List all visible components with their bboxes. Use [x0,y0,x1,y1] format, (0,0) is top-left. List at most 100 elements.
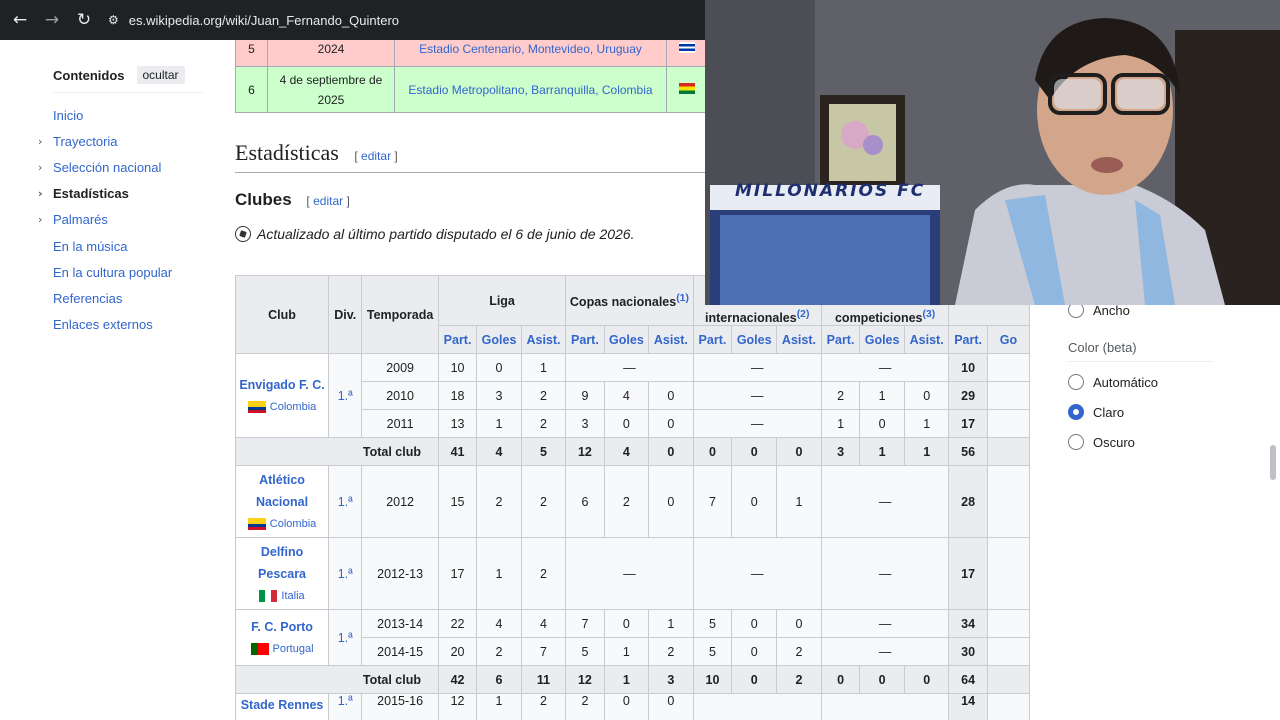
stat-total: 0 [903,665,950,694]
toc-item-label[interactable]: En la cultura popular [53,265,172,280]
option-label[interactable]: Oscuro [1093,435,1135,450]
stat-total: 56 [948,437,988,466]
toc-item-label[interactable]: Trayectoria [53,134,118,149]
sort-goles[interactable]: Goles [476,325,522,354]
sort-goles[interactable]: Go [986,325,1030,354]
toc-item-seleccion[interactable]: › Selección nacional [38,154,172,180]
stat-total: 11 [520,665,567,694]
color-option-dark[interactable]: Oscuro [1068,434,1135,450]
color-option-auto[interactable]: Automático [1068,374,1158,390]
color-section-title: Color (beta) [1068,340,1213,362]
division-link[interactable]: 1.ª [328,465,363,538]
toc-item-palmares[interactable]: › Palmarés [38,207,172,233]
toc-list: Inicio › Trayectoria › Selección nacional … [38,102,172,338]
toc-item-trayectoria[interactable]: › Trayectoria [38,128,172,154]
toc-item-label[interactable]: Estadísticas [53,186,129,201]
sort-part[interactable]: Part. [692,325,733,354]
radio-icon[interactable] [1068,374,1084,390]
back-arrow-icon[interactable]: ← [4,0,36,40]
sort-part[interactable]: Part. [948,325,988,354]
header-copas: Copas nacionales(1) [565,275,694,326]
toc-item-referencias[interactable]: Referencias [38,285,172,311]
sort-asist[interactable]: Asist. [648,325,694,354]
sort-goles[interactable]: Goles [603,325,650,354]
chevron-right-icon[interactable]: › [38,213,53,226]
club-link[interactable]: Stade Rennes [236,694,328,716]
toc-item-label[interactable]: Enlaces externos [53,317,153,332]
stat-cell: 0 [776,609,822,638]
section-edit-link[interactable]: [ editar ] [354,149,397,163]
url-text[interactable]: es.wikipedia.org/wiki/Juan_Fernando_Quin… [129,13,399,28]
ref-link[interactable]: (2) [797,309,810,320]
country-link[interactable]: Italia [281,585,304,607]
chevron-right-icon[interactable]: › [38,135,53,148]
subsection-title: Clubes [235,190,292,209]
lens-right [1117,79,1164,109]
sort-asist[interactable]: Asist. [520,325,567,354]
toc-hide-button[interactable]: ocultar [136,66,185,84]
division-link[interactable]: 1.ª [328,609,363,666]
stat-cell: 0 [731,637,778,666]
match-venue-link[interactable]: Estadio Centenario, Montevideo, Uruguay [394,40,667,67]
scrollbar-thumb[interactable] [1270,445,1276,480]
toc-item-inicio[interactable]: Inicio [38,102,172,128]
toc-item-label[interactable]: Referencias [53,291,122,306]
chevron-right-icon[interactable]: › [38,161,53,174]
stat-total: 17 [948,409,988,438]
sort-asist[interactable]: Asist. [903,325,950,354]
table-row: 6 4 de septiembre de 2025 Estadio Metrop… [235,66,707,113]
sort-goles[interactable]: Goles [731,325,778,354]
stat-cell: 2 [520,693,567,720]
division-link[interactable]: 1.ª [328,693,363,720]
sort-asist[interactable]: Asist. [776,325,822,354]
stat-cell [692,693,822,720]
site-settings-icon[interactable]: ⚙ [108,13,119,27]
forward-arrow-icon[interactable]: → [36,0,68,40]
stat-cell: 4 [520,609,567,638]
division-link[interactable]: 1.ª [328,353,363,438]
chevron-right-icon[interactable]: › [38,187,53,200]
color-option-light[interactable]: Claro [1068,404,1124,420]
stat-cell: 15 [437,465,478,538]
toc-item-label[interactable]: En la música [53,239,127,254]
sort-part[interactable]: Part. [820,325,861,354]
subsection-edit-link[interactable]: [ editar ] [306,194,349,208]
country-link[interactable]: Colombia [270,396,316,418]
sort-part[interactable]: Part. [437,325,478,354]
stat-dash: — [692,353,822,382]
match-venue-link[interactable]: Estadio Metropolitano, Barranquilla, Col… [394,66,667,113]
stat-cell [986,537,1030,610]
lens-left [1054,79,1101,109]
stat-cell [986,465,1030,538]
edit-link[interactable]: editar [361,149,391,163]
country-link[interactable]: Portugal [273,638,314,660]
ref-link[interactable]: (3) [923,309,936,320]
club-link[interactable]: Atlético Nacional [236,469,328,513]
sort-part[interactable]: Part. [565,325,605,354]
option-label[interactable]: Claro [1093,405,1124,420]
club-link[interactable]: F. C. Porto [236,616,328,638]
toc-item-cultura[interactable]: En la cultura popular [38,259,172,285]
toc-item-label[interactable]: Inicio [53,108,83,123]
edit-link[interactable]: editar [313,194,343,208]
toc-item-enlaces[interactable]: Enlaces externos [38,312,172,338]
club-link[interactable]: Delfino Pescara [236,541,328,585]
country-link[interactable]: Colombia [270,513,316,535]
stat-total: 1 [859,437,905,466]
toc-item-musica[interactable]: En la música [38,233,172,259]
ref-link[interactable]: (1) [676,293,689,304]
option-label[interactable]: Automático [1093,375,1158,390]
stat-dash: — [820,465,950,538]
reload-icon[interactable]: ↻ [68,0,100,40]
address-bar[interactable]: ⚙ es.wikipedia.org/wiki/Juan_Fernando_Qu… [108,5,668,35]
radio-icon[interactable] [1068,434,1084,450]
toc-item-label[interactable]: Selección nacional [53,160,161,175]
toc-item-label[interactable]: Palmarés [53,212,108,227]
sort-goles[interactable]: Goles [859,325,905,354]
radio-selected-icon[interactable] [1068,404,1084,420]
club-link[interactable]: Envigado F. C. [236,374,328,396]
toc-item-estadisticas[interactable]: › Estadísticas [38,181,172,207]
stat-cell: 3 [476,381,522,410]
stat-cell: 7 [565,609,605,638]
division-link[interactable]: 1.ª [328,537,363,610]
